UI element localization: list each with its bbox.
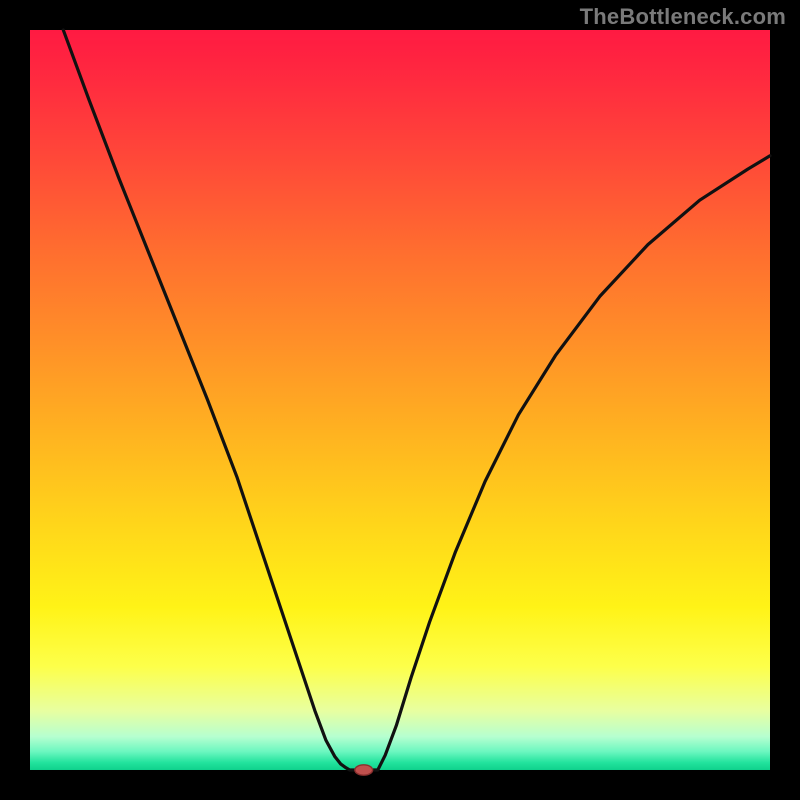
chart-stage: TheBottleneck.com bbox=[0, 0, 800, 800]
min-marker bbox=[355, 765, 373, 775]
bottleneck-chart bbox=[0, 0, 800, 800]
plot-background bbox=[30, 30, 770, 770]
watermark-text: TheBottleneck.com bbox=[580, 4, 786, 30]
